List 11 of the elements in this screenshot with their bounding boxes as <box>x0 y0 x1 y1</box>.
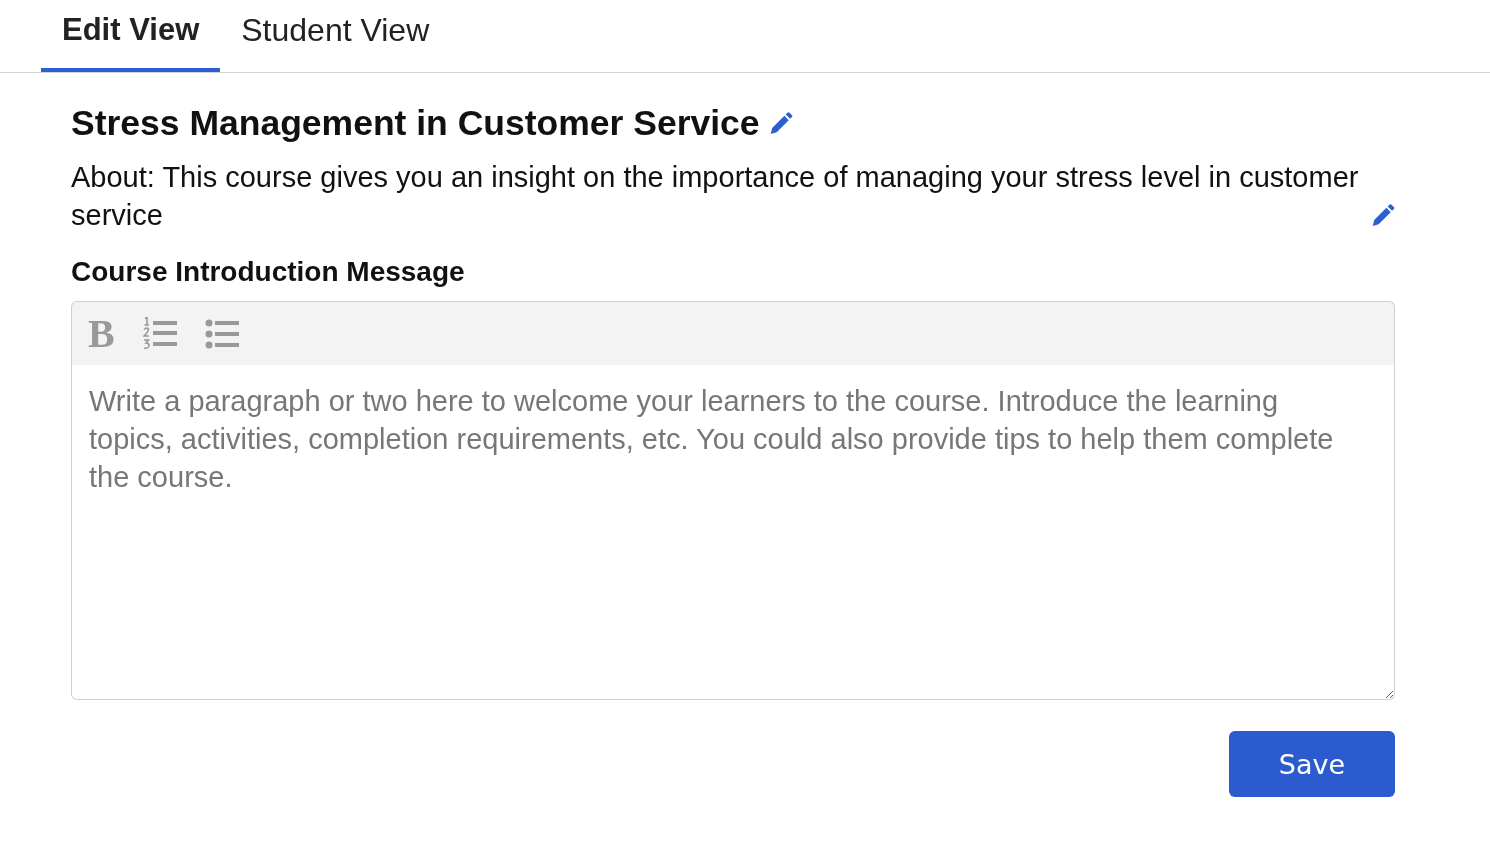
pencil-icon[interactable] <box>768 111 793 135</box>
numbered-list-icon[interactable] <box>142 317 177 350</box>
section-heading: Course Introduction Message <box>71 255 466 289</box>
tab[interactable]: Edit View <box>41 0 221 72</box>
bulleted-list-icon[interactable] <box>204 318 239 349</box>
save-button[interactable]: Save <box>1229 731 1395 797</box>
course-title: Stress Management in Customer Service <box>71 103 760 143</box>
tab[interactable]: Student View <box>220 0 451 72</box>
pencil-icon[interactable] <box>1371 203 1395 227</box>
course-description: About: This course gives you an insight on the importance of managing your stress level in customer service <box>71 160 1360 233</box>
message-field[interactable]: Write a paragraph or two here to welcome your learners to the course. Introduce the learning topics, activities, completion requirements, etc. You could also provide tips to help them complete the course. <box>71 365 1395 700</box>
